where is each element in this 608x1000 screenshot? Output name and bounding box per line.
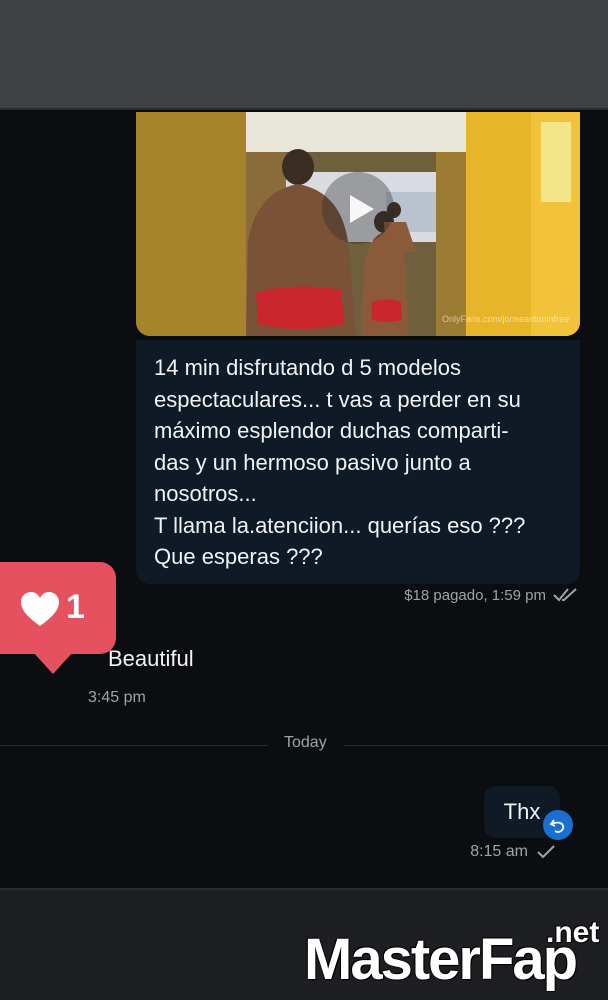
beautiful-time: 3:45 pm — [88, 689, 146, 706]
incoming-message-text: 14 min disfrutando d 5 modelos espectacu… — [136, 340, 580, 584]
date-divider: Today — [274, 734, 337, 752]
incoming-message-meta: $18 pagado, 1:59 pm — [404, 586, 580, 604]
single-check-icon — [537, 845, 555, 859]
reply-undo-icon[interactable] — [543, 810, 573, 840]
watermark-brand: MasterFap — [304, 927, 578, 992]
watermark-tld: .net — [546, 916, 600, 949]
thx-meta: 8:15 am — [470, 843, 556, 861]
thx-time: 8:15 am — [470, 843, 528, 860]
video-thumbnail[interactable] — [136, 112, 580, 336]
double-check-icon — [553, 588, 577, 602]
divider-line-right — [344, 745, 608, 746]
divider-line-left — [0, 745, 268, 746]
price-and-time: $18 pagado, 1:59 pm — [404, 586, 546, 604]
like-badge[interactable]: 1 — [0, 562, 116, 674]
play-icon[interactable] — [322, 172, 394, 244]
top-bar — [0, 0, 608, 110]
heart-icon — [21, 592, 59, 626]
like-count: 1 — [66, 588, 85, 626]
media-watermark: OnlyFans.com/jonseantoninfree — [442, 314, 570, 324]
